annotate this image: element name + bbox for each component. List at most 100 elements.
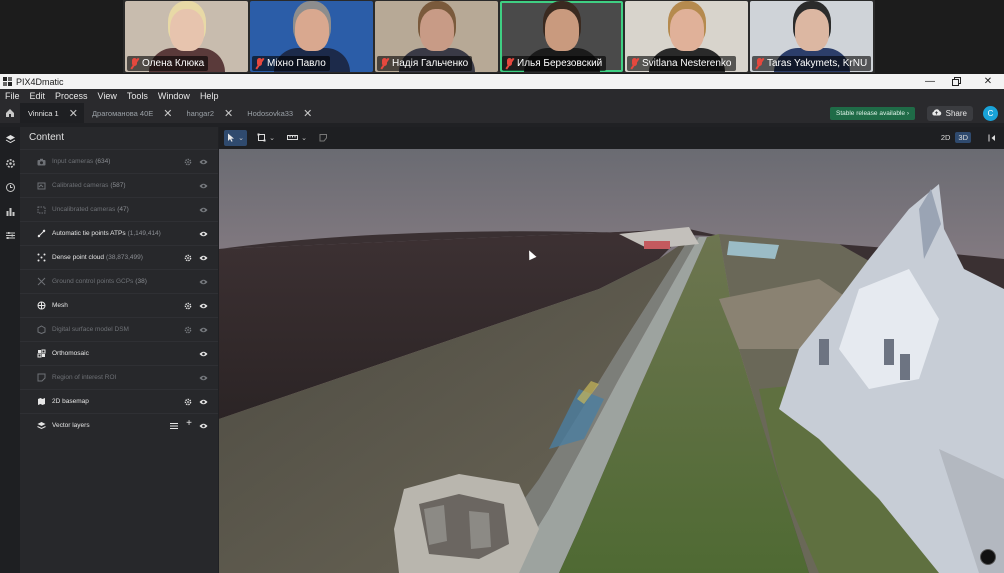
menu-help[interactable]: Help — [195, 91, 224, 101]
layer-row[interactable]: Input cameras (634) — [20, 149, 218, 173]
participant-tile[interactable]: Taras Yakymets, KrNU — [750, 1, 873, 72]
chevron-down-icon: ⌄ — [238, 135, 244, 142]
box-select-tool-button[interactable]: ⌄ — [255, 130, 277, 146]
layer-label: Calibrated cameras — [52, 182, 109, 189]
visibility-eye-icon[interactable] — [199, 326, 208, 334]
visibility-eye-icon[interactable] — [199, 278, 208, 286]
view-3d-button[interactable]: 3D — [955, 132, 971, 143]
visibility-eye-icon[interactable] — [199, 350, 208, 358]
participant-face — [419, 9, 454, 51]
collapse-panel-icon[interactable] — [986, 130, 998, 146]
statistics-icon[interactable] — [0, 199, 20, 223]
tab-hodosovka33[interactable]: Hodosovka33 ✕ — [239, 103, 318, 123]
vector-layers-icon — [37, 421, 46, 430]
share-button[interactable]: Share — [926, 106, 973, 121]
participant-tile[interactable]: Илья Березовский — [500, 1, 623, 72]
navigation-gizmo-icon[interactable] — [980, 549, 996, 565]
participant-face — [544, 9, 579, 51]
processing-gear-icon[interactable] — [0, 151, 20, 175]
layer-row[interactable]: Uncalibrated cameras (47) — [20, 197, 218, 221]
close-tab-icon[interactable]: ✕ — [163, 107, 172, 120]
layer-row[interactable]: Orthomosaic — [20, 341, 218, 365]
layer-count: (1,149,414) — [127, 230, 161, 237]
participant-tile[interactable]: Олена Клюка — [125, 1, 248, 72]
menu-process[interactable]: Process — [50, 91, 93, 101]
layer-row[interactable]: Ground control points GCPs (38) — [20, 269, 218, 293]
settings-sliders-icon[interactable] — [0, 223, 20, 247]
menu-tools[interactable]: Tools — [122, 91, 153, 101]
layer-count: (38) — [135, 278, 147, 285]
participant-name: Надія Гальченко — [392, 58, 469, 69]
menu-file[interactable]: File — [0, 91, 25, 101]
ruler-icon — [287, 134, 299, 143]
layer-row[interactable]: 2D basemap — [20, 389, 218, 413]
visibility-eye-icon[interactable] — [199, 254, 208, 262]
participant-tile[interactable]: Міхно Павло — [250, 1, 373, 72]
participant-name: Svitlana Nesterenko — [642, 58, 732, 69]
close-tab-icon[interactable]: ✕ — [69, 107, 78, 120]
visibility-eye-icon[interactable] — [199, 182, 208, 190]
layer-label: Mesh — [52, 302, 68, 309]
tab-label: Hodosovka33 — [247, 108, 294, 118]
layers-icon[interactable] — [0, 127, 20, 151]
participant-tile[interactable]: Надія Гальченко — [375, 1, 498, 72]
visibility-eye-icon[interactable] — [199, 230, 208, 238]
layer-row[interactable]: Region of interest ROI — [20, 365, 218, 389]
measure-tool-button[interactable]: ⌄ — [285, 130, 309, 146]
minimize-icon[interactable]: — — [916, 74, 944, 89]
visibility-eye-icon[interactable] — [199, 302, 208, 310]
layer-row[interactable]: Dense point cloud (38,873,499) — [20, 245, 218, 269]
gcp-icon — [37, 277, 46, 286]
participant-name: Taras Yakymets, KrNU — [767, 58, 868, 69]
menu-bar: File Edit Process View Tools Window Help — [0, 89, 1004, 103]
list-icon[interactable] — [170, 422, 178, 430]
visibility-eye-icon[interactable] — [199, 374, 208, 382]
viewport-toolbar: ⌄ ⌄ ⌄ 2D 3D — [219, 127, 1004, 149]
visibility-eye-icon[interactable] — [199, 206, 208, 214]
tab-hangar2[interactable]: hangar2 ✕ — [178, 103, 239, 123]
visibility-eye-icon[interactable] — [199, 398, 208, 406]
tab-vinnica-1[interactable]: Vinnica 1 ✕ — [20, 103, 84, 123]
layer-row[interactable]: Mesh — [20, 293, 218, 317]
stable-release-badge[interactable]: Stable release available › — [829, 107, 915, 120]
left-icon-bar — [0, 127, 20, 573]
close-tab-icon[interactable]: ✕ — [303, 107, 312, 120]
user-avatar[interactable]: C — [983, 106, 998, 121]
participant-nameplate: Илья Березовский — [502, 56, 607, 71]
visibility-eye-icon[interactable] — [199, 158, 208, 166]
layer-settings-icon[interactable] — [184, 254, 192, 262]
layer-settings-icon[interactable] — [184, 398, 192, 406]
participant-nameplate: Svitlana Nesterenko — [627, 56, 736, 71]
maximize-icon[interactable] — [942, 74, 970, 89]
visibility-eye-icon[interactable] — [199, 422, 208, 430]
tab-dragomanova[interactable]: Драгоманова 40Е ✕ — [84, 103, 179, 123]
select-tool-button[interactable]: ⌄ — [224, 130, 247, 146]
layer-row[interactable]: Digital surface model DSM — [20, 317, 218, 341]
layer-row[interactable]: Calibrated cameras (587) — [20, 173, 218, 197]
mic-off-icon — [380, 58, 389, 69]
menu-view[interactable]: View — [93, 91, 122, 101]
content-panel-title: Content — [29, 132, 65, 143]
history-icon[interactable] — [0, 175, 20, 199]
participant-tile[interactable]: Svitlana Nesterenko — [625, 1, 748, 72]
layer-settings-icon[interactable] — [184, 158, 192, 166]
view-mode-toggle: 2D 3D — [938, 132, 971, 143]
menu-edit[interactable]: Edit — [25, 91, 51, 101]
close-tab-icon[interactable]: ✕ — [224, 107, 233, 120]
close-window-icon[interactable]: ✕ — [974, 74, 1002, 89]
uncalibrated-camera-icon — [37, 205, 46, 214]
layer-row[interactable]: Automatic tie points ATPs (1,149,414) — [20, 221, 218, 245]
polygon-tool-button[interactable] — [316, 130, 330, 146]
menu-window[interactable]: Window — [153, 91, 195, 101]
tab-label: hangar2 — [186, 108, 214, 118]
3d-viewport[interactable] — [219, 149, 1004, 573]
layer-settings-icon[interactable] — [184, 326, 192, 334]
view-2d-button[interactable]: 2D — [938, 132, 954, 143]
home-icon[interactable] — [0, 103, 20, 123]
layer-label: Input cameras — [52, 158, 94, 165]
layer-row[interactable]: Vector layers + — [20, 413, 218, 437]
layer-label: Digital surface model DSM — [52, 326, 129, 333]
layer-label: Ground control points GCPs — [52, 278, 134, 285]
layer-settings-icon[interactable] — [184, 302, 192, 310]
add-layer-icon[interactable]: + — [186, 418, 192, 429]
